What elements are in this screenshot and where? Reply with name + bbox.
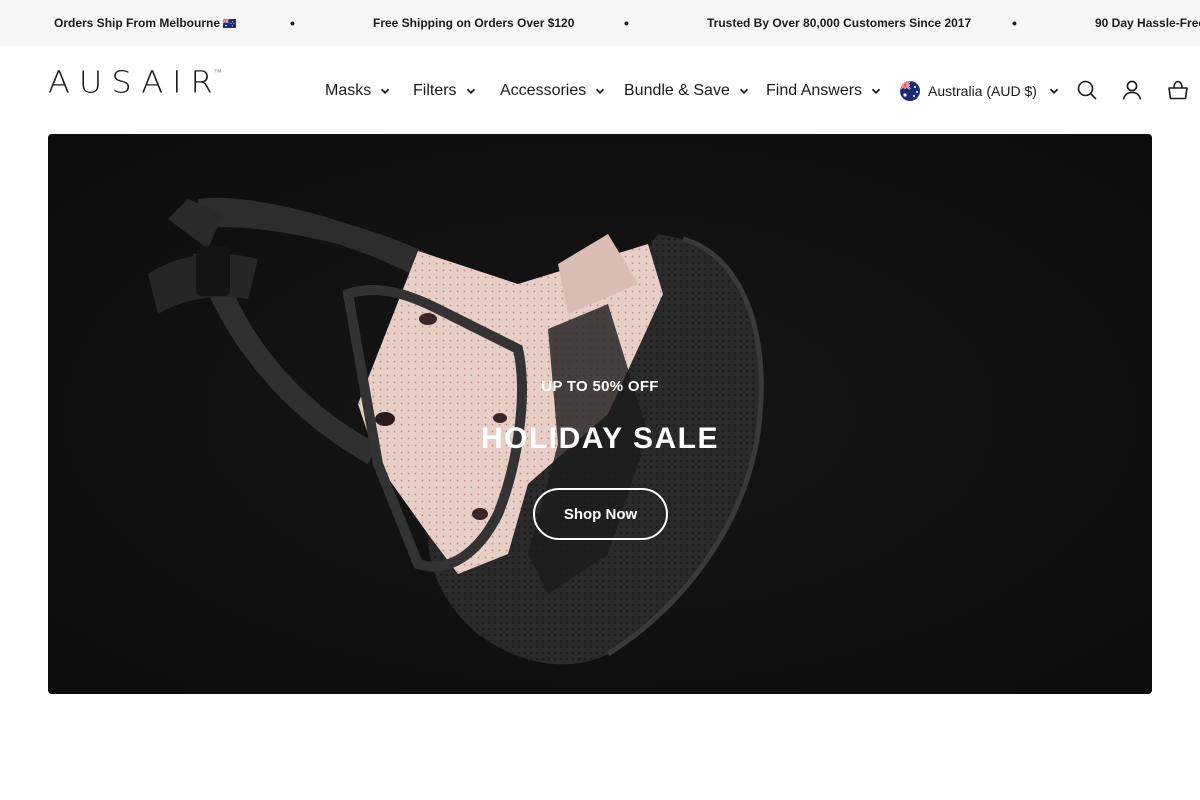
locale-label: Australia (AUD $): [928, 83, 1037, 99]
shop-now-button[interactable]: Shop Now: [533, 488, 668, 540]
chevron-down-icon: [739, 88, 748, 94]
site-header: AUSAIR ™ Masks Filters Accessories Bundl…: [0, 46, 1200, 134]
announcement-separator: •: [290, 15, 295, 31]
nav-find-answers[interactable]: Find Answers: [766, 80, 881, 102]
nav-accessories[interactable]: Accessories: [500, 80, 605, 102]
announcement-item: Free Shipping on Orders Over $120: [373, 16, 575, 30]
ausair-logo[interactable]: AUSAIR ™: [48, 66, 222, 98]
announcement-item: Trusted By Over 80,000 Customers Since 2…: [707, 16, 972, 30]
nav-masks[interactable]: Masks: [325, 80, 390, 102]
hero-title: HOLIDAY SALE: [480, 422, 720, 455]
chevron-down-icon: [871, 88, 881, 94]
chevron-down-icon: [466, 88, 475, 94]
nav-bundle-save[interactable]: Bundle & Save: [624, 80, 749, 102]
hero-subtitle: UP TO 50% OFF: [541, 378, 659, 395]
nav-label: Find Answers: [766, 82, 863, 99]
nav-label: Bundle & Save: [624, 82, 730, 99]
chevron-down-icon: [381, 88, 390, 94]
nav-label: Masks: [325, 82, 372, 99]
announcement-bar: Orders Ship From Melbourne • Free Shippi…: [0, 0, 1200, 46]
cart-icon[interactable]: [1167, 79, 1189, 101]
announcement-separator: •: [1012, 15, 1017, 31]
search-icon[interactable]: [1076, 79, 1098, 101]
announcement-item: 90 Day Hassle-Free R: [1095, 16, 1200, 30]
australia-flag-icon: [223, 19, 237, 28]
hero-banner: UP TO 50% OFF HOLIDAY SALE Shop Now: [48, 134, 1152, 694]
nav-label: Filters: [413, 82, 457, 99]
chevron-down-icon: [1049, 88, 1059, 94]
announcement-item: Orders Ship From Melbourne: [54, 0, 237, 46]
announcement-separator: •: [624, 15, 629, 31]
locale-selector[interactable]: Australia (AUD $): [900, 79, 1059, 103]
logo-text: AUSAIR: [48, 63, 222, 101]
australia-flag-icon: [900, 81, 920, 101]
account-icon[interactable]: [1121, 79, 1143, 101]
nav-filters[interactable]: Filters: [413, 80, 476, 102]
mask-product-image: [48, 134, 1152, 694]
chevron-down-icon: [596, 88, 605, 94]
nav-label: Accessories: [500, 82, 587, 99]
